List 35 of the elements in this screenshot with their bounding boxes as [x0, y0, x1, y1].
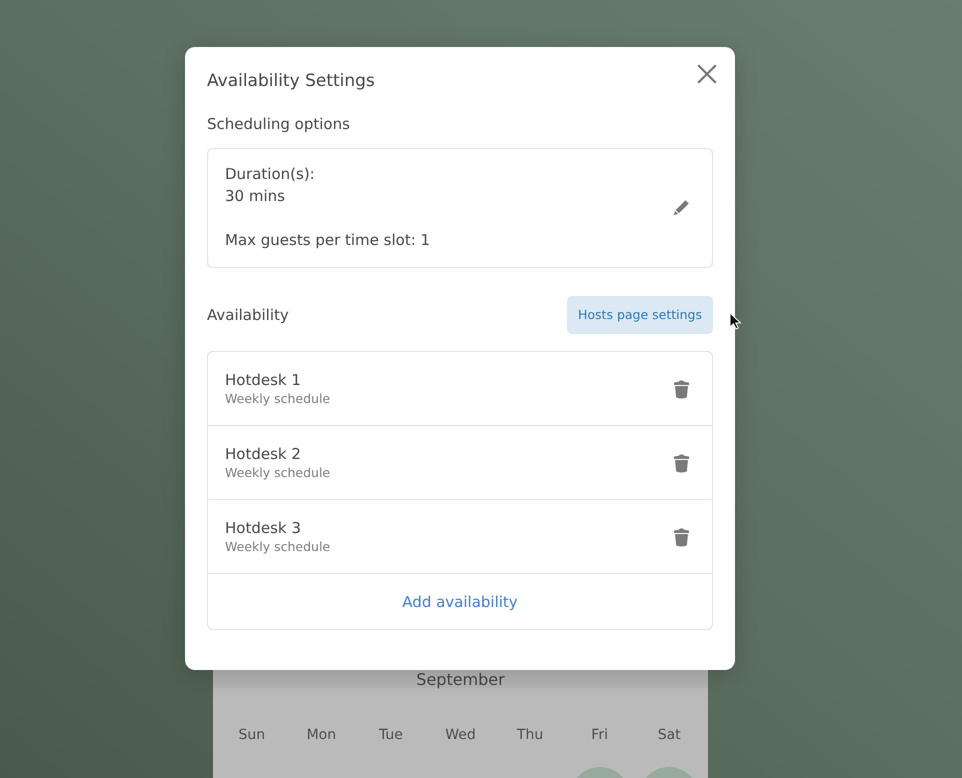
trash-icon [673, 378, 690, 398]
close-button[interactable] [697, 64, 717, 84]
item-subtitle: Weekly schedule [225, 390, 330, 408]
edit-button[interactable] [673, 198, 690, 216]
pencil-icon [673, 198, 690, 216]
month-label: September [416, 671, 505, 688]
weekday-label: Mon [306, 726, 336, 745]
weekday-label: Sat [658, 726, 681, 745]
delete-button[interactable] [673, 452, 690, 472]
trash-icon [673, 452, 690, 472]
section-heading: Availability [207, 305, 289, 326]
weekday-label: Fri [591, 726, 608, 745]
add-availability-link[interactable]: Add availability [402, 592, 518, 612]
hosts-page-settings-button[interactable]: Hosts page settings [567, 296, 713, 334]
duration-label: Duration(s): [225, 164, 315, 185]
duration-value: 30 mins [225, 186, 285, 207]
weekday-label: Tue [378, 726, 403, 745]
availability-item[interactable]: Hotdesk 3 Weekly schedule [208, 500, 712, 574]
delete-button[interactable] [673, 378, 690, 398]
section-heading: Scheduling options [207, 114, 350, 135]
item-subtitle: Weekly schedule [225, 538, 330, 556]
item-subtitle: Weekly schedule [225, 464, 330, 482]
item-title: Hotdesk 3 [225, 518, 301, 538]
availability-item[interactable]: Hotdesk 1 Weekly schedule [208, 352, 712, 426]
delete-button[interactable] [673, 526, 690, 546]
dialog-title: Availability Settings [207, 70, 375, 93]
weekday-label: Sun [238, 726, 266, 745]
weekday-label: Thu [516, 726, 544, 745]
trash-icon [673, 526, 690, 546]
weekday-label: Wed [445, 726, 476, 745]
availability-item[interactable]: Hotdesk 2 Weekly schedule [208, 426, 712, 500]
close-icon [697, 64, 717, 84]
item-title: Hotdesk 1 [225, 370, 301, 390]
max-guests-text: Max guests per time slot: 1 [225, 230, 430, 251]
item-title: Hotdesk 2 [225, 444, 301, 464]
